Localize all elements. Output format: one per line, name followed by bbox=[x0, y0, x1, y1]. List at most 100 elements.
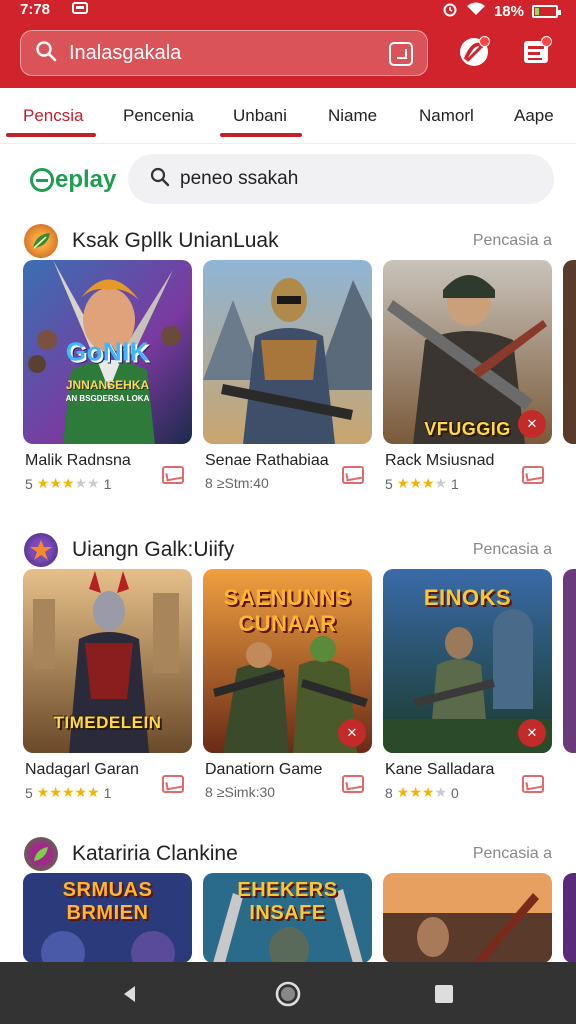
system-nav-bar bbox=[0, 962, 576, 1024]
top-search-text: Inalasgakala bbox=[69, 41, 182, 64]
game-thumbnail[interactable]: EHEKERS INSAFE bbox=[203, 873, 372, 963]
rating-count: 1 bbox=[451, 475, 459, 492]
status-bar: 7:78 18% bbox=[0, 0, 576, 20]
hot-badge: ✕ bbox=[518, 719, 546, 747]
section-more-link[interactable]: Pencasia a bbox=[473, 541, 552, 559]
leaf-icon bbox=[24, 224, 58, 258]
message-icon bbox=[72, 2, 88, 16]
game-meta: 8 ★★★★ 0 bbox=[385, 784, 459, 801]
game-card[interactable] bbox=[383, 873, 552, 963]
scan-icon[interactable] bbox=[389, 42, 413, 66]
gift-icon[interactable] bbox=[522, 775, 544, 793]
rating-count: 0 bbox=[451, 784, 459, 801]
game-art-title: SAENUNNS CUNAAR bbox=[223, 585, 352, 636]
recents-icon bbox=[435, 985, 453, 1003]
game-thumbnail[interactable] bbox=[563, 873, 576, 963]
game-thumbnail[interactable]: SRMUAS BRMIEN bbox=[23, 873, 192, 963]
notification-badge bbox=[479, 36, 490, 47]
rating-count: 1 bbox=[103, 784, 112, 801]
game-art bbox=[203, 260, 372, 444]
tab-pencsia[interactable]: Pencsia bbox=[23, 106, 83, 126]
game-card[interactable]: Senae Rathabiaa 8 ≥Stm:40 bbox=[203, 260, 372, 491]
game-controller-button[interactable] bbox=[454, 34, 494, 74]
game-name: Danatiorn Game bbox=[205, 761, 323, 778]
hot-badge: ✕ bbox=[518, 410, 546, 438]
game-card[interactable]: EINOKS ✕ Kane Salladara 8 ★★★★ 0 bbox=[383, 569, 552, 801]
game-thumbnail[interactable]: EINOKS ✕ bbox=[383, 569, 552, 753]
game-name: Nadagarl Garan bbox=[25, 761, 139, 778]
star-rating: ★★★★★ bbox=[36, 475, 100, 491]
gift-icon[interactable] bbox=[162, 775, 184, 793]
rating-value: 8 bbox=[205, 475, 213, 491]
brand-mark-icon bbox=[30, 168, 54, 192]
game-meta: 5 ★★★★★ 1 bbox=[25, 784, 111, 801]
game-thumbnail[interactable] bbox=[383, 873, 552, 963]
game-thumbnail[interactable] bbox=[203, 260, 372, 444]
gift-icon[interactable] bbox=[342, 466, 364, 484]
game-thumbnail[interactable] bbox=[563, 260, 576, 444]
battery-level bbox=[535, 7, 539, 15]
game-thumbnail[interactable]: TIMEDELEIN bbox=[23, 569, 192, 753]
gift-icon[interactable] bbox=[522, 466, 544, 484]
tab-indicator-secondary bbox=[220, 133, 302, 137]
search-icon bbox=[150, 167, 170, 192]
brand-name: eplay bbox=[55, 166, 117, 193]
game-art-subtitle: JNNANSEHKA bbox=[65, 378, 150, 392]
tab-aape[interactable]: Aape bbox=[514, 106, 554, 126]
gift-icon[interactable] bbox=[162, 466, 184, 484]
game-name: Senae Rathabiaa bbox=[205, 452, 329, 469]
status-time: 7:78 bbox=[20, 1, 51, 18]
star-burst-icon bbox=[24, 533, 58, 567]
tab-namorl[interactable]: Namorl bbox=[419, 106, 474, 126]
back-button[interactable] bbox=[114, 978, 146, 1010]
leaf-badge-icon bbox=[24, 837, 58, 871]
game-art-title: TIMEDELEIN bbox=[53, 713, 162, 732]
game-name: Malik Radnsna bbox=[25, 452, 131, 469]
game-card[interactable]: SRMUAS BRMIEN bbox=[23, 873, 192, 963]
search-input[interactable]: peneo ssakah bbox=[128, 154, 554, 204]
tab-unbani[interactable]: Unbani bbox=[233, 106, 287, 126]
home-icon bbox=[275, 981, 301, 1007]
search-text: peneo ssakah bbox=[180, 168, 299, 189]
game-art-title: SRMUAS BRMIEN bbox=[62, 879, 153, 924]
game-card[interactable]: EHEKERS INSAFE bbox=[203, 873, 372, 963]
game-card-partial[interactable] bbox=[563, 873, 576, 963]
rating-detail: ≥Stm:40 bbox=[216, 475, 269, 491]
top-search-bar[interactable]: Inalasgakala bbox=[20, 30, 428, 76]
game-card-partial[interactable]: K 5 bbox=[563, 260, 576, 444]
game-card[interactable]: VFUGGIG ✕ Rack Msiusnad 5 ★★★★ 1 bbox=[383, 260, 552, 492]
game-thumbnail[interactable]: GoNIK JNNANSEHKA AN BSGDERSA LOKA bbox=[23, 260, 192, 444]
active-tab-indicator bbox=[6, 133, 96, 137]
tab-niame[interactable]: Niame bbox=[328, 106, 377, 126]
star-rating: ★★★★★ bbox=[36, 784, 100, 800]
game-card-partial[interactable]: U 5 bbox=[563, 569, 576, 753]
rating-count: 1 bbox=[103, 475, 112, 492]
battery-percent: 18% bbox=[493, 2, 524, 20]
section-more-link[interactable]: Pencasia a bbox=[473, 845, 552, 863]
game-art-title: GoNIK bbox=[65, 336, 150, 367]
recents-button[interactable] bbox=[428, 978, 460, 1010]
game-thumbnail[interactable] bbox=[563, 569, 576, 753]
game-thumbnail[interactable]: VFUGGIG ✕ bbox=[383, 260, 552, 444]
game-meta: 5 ★★★★★ 1 bbox=[25, 475, 111, 492]
hot-badge: ✕ bbox=[338, 719, 366, 747]
downloads-button[interactable] bbox=[516, 34, 556, 74]
game-meta: 5 ★★★★ 1 bbox=[385, 475, 459, 492]
gift-icon[interactable] bbox=[342, 775, 364, 793]
brand-logo[interactable]: eplay bbox=[30, 166, 116, 194]
back-icon bbox=[124, 986, 135, 1002]
game-card[interactable]: TIMEDELEIN Nadagarl Garan 5 ★★★★★ 1 bbox=[23, 569, 192, 801]
tab-pencenia[interactable]: Pencenia bbox=[123, 106, 194, 126]
rating-detail: ≥Simk:30 bbox=[216, 784, 276, 800]
star-rating: ★★★★ bbox=[396, 475, 448, 491]
game-card[interactable]: GoNIK JNNANSEHKA AN BSGDERSA LOKA Malik … bbox=[23, 260, 192, 492]
home-button[interactable] bbox=[272, 978, 304, 1010]
search-icon bbox=[35, 40, 57, 67]
rating-value: 5 bbox=[25, 784, 33, 801]
game-card[interactable]: SAENUNNS CUNAAR ✕ Danatiorn Game 8 ≥Simk… bbox=[203, 569, 372, 800]
game-thumbnail[interactable]: SAENUNNS CUNAAR ✕ bbox=[203, 569, 372, 753]
game-name: Rack Msiusnad bbox=[385, 452, 495, 469]
rating-value: 8 bbox=[385, 784, 393, 801]
game-meta: 8 ≥Stm:40 bbox=[205, 475, 269, 491]
section-more-link[interactable]: Pencasia a bbox=[473, 232, 552, 250]
